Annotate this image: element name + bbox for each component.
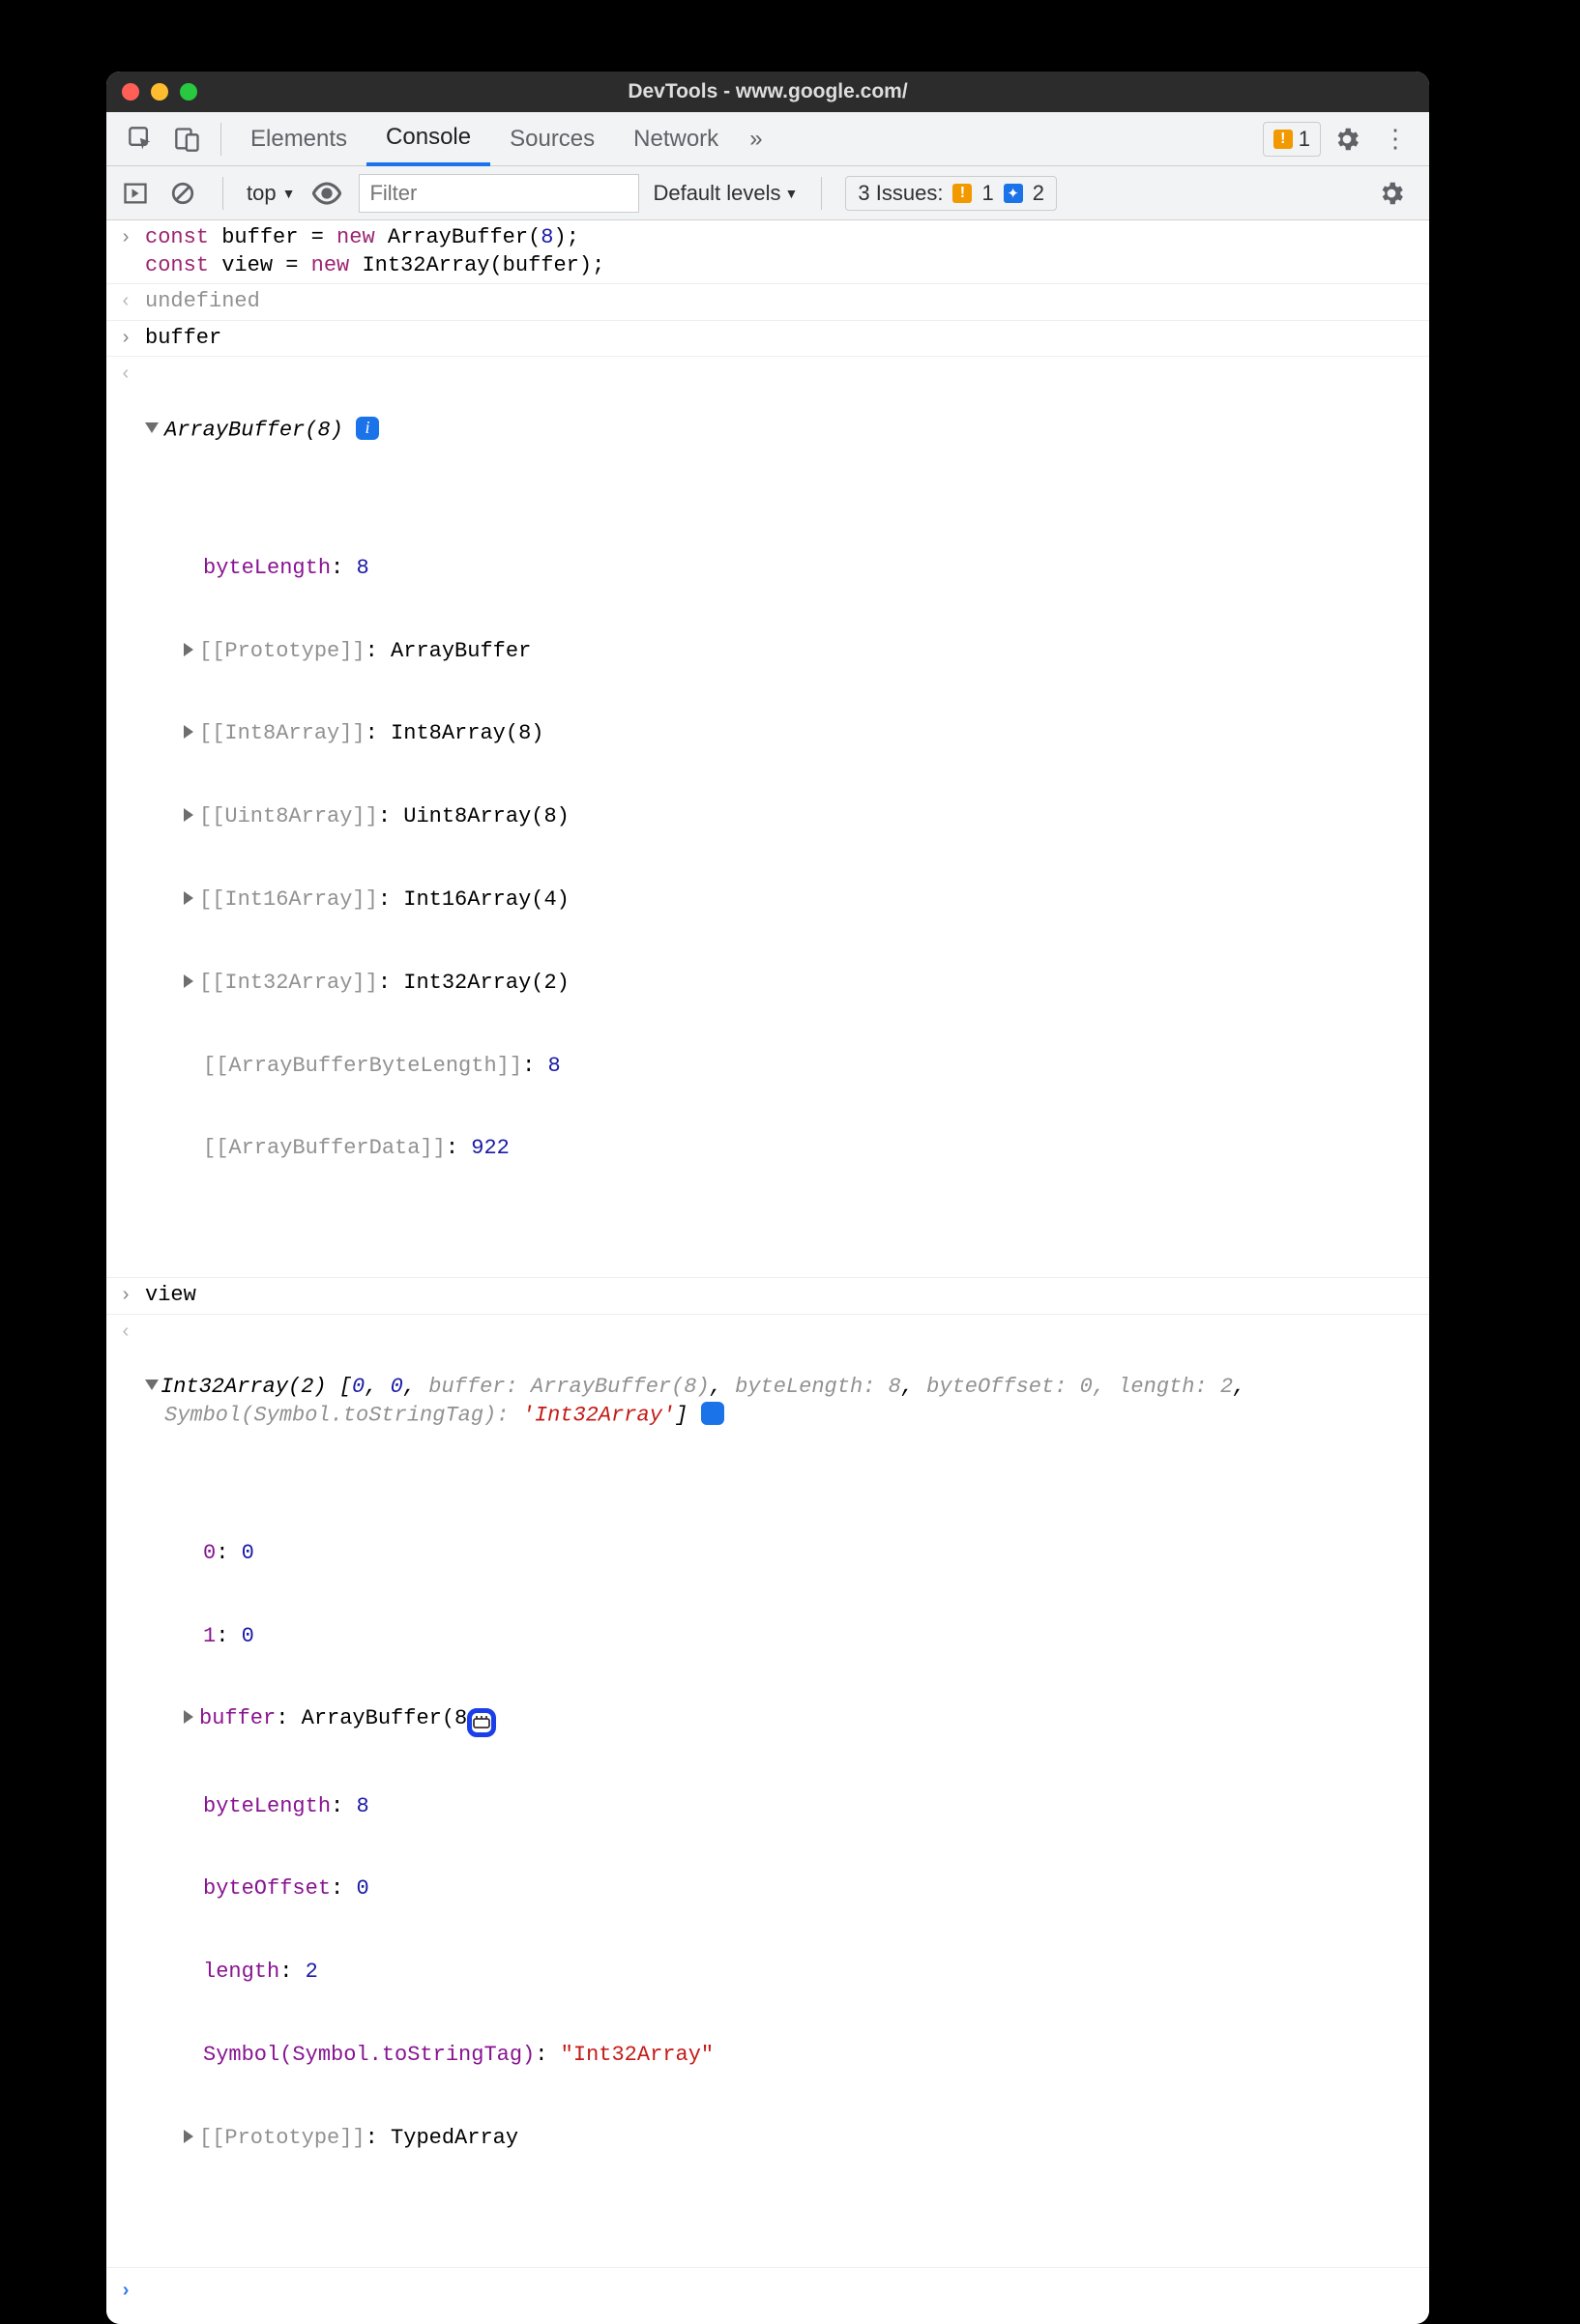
context-label: top — [247, 181, 277, 206]
output-chevron-icon: ‹ — [106, 288, 145, 316]
settings-gear-icon[interactable] — [1321, 125, 1373, 154]
issues-label: 3 Issues: — [858, 181, 943, 206]
expand-triangle-icon[interactable] — [184, 643, 193, 656]
tab-sources[interactable]: Sources — [490, 112, 614, 166]
output-chevron-icon: ‹ — [106, 361, 145, 1273]
issues-warn-count: 1 — [981, 181, 993, 206]
divider — [222, 177, 223, 210]
divider — [821, 177, 822, 210]
window-title: DevTools - www.google.com/ — [106, 80, 1429, 103]
object-property[interactable]: byteOffset: 0 — [184, 1875, 1419, 1903]
tab-console[interactable]: Console — [366, 112, 490, 166]
object-property[interactable]: Symbol(Symbol.toStringTag): "Int32Array" — [184, 2042, 1419, 2070]
chevron-down-icon: ▼ — [785, 186, 799, 201]
warning-icon: ! — [952, 184, 972, 203]
console-prompt[interactable]: › — [106, 2267, 1429, 2324]
object-property[interactable]: 0: 0 — [184, 1540, 1419, 1568]
console-input-row[interactable]: › const buffer = new ArrayBuffer(8); con… — [106, 220, 1429, 284]
input-chevron-icon: › — [106, 325, 145, 353]
live-expression-icon[interactable] — [308, 175, 345, 212]
expand-triangle-icon[interactable] — [184, 891, 193, 905]
prompt-input[interactable] — [145, 2278, 1429, 2305]
issues-info-count: 2 — [1033, 181, 1044, 206]
devtools-window: DevTools - www.google.com/ Elements Cons… — [106, 72, 1429, 2324]
expand-triangle-icon[interactable] — [184, 2130, 193, 2143]
input-chevron-icon: › — [106, 224, 145, 279]
expand-triangle-icon[interactable] — [184, 808, 193, 822]
console-input-code: view — [145, 1282, 1429, 1310]
console-input-row[interactable]: › view — [106, 1278, 1429, 1315]
object-property[interactable]: [[ArrayBufferByteLength]]: 8 — [184, 1053, 1419, 1081]
header-issues-badge[interactable]: ! 1 — [1263, 122, 1321, 157]
memory-inspector-icon[interactable] — [467, 1708, 496, 1737]
object-property[interactable]: [[Uint8Array]]: Uint8Array(8) — [184, 803, 1419, 831]
context-selector[interactable]: top ▼ — [247, 181, 295, 206]
expand-triangle-icon[interactable] — [184, 1710, 193, 1724]
console-input-code: buffer — [145, 325, 1429, 353]
object-property[interactable]: [[Int16Array]]: Int16Array(4) — [184, 886, 1419, 915]
object-header[interactable]: Int32Array(2) [0, 0, buffer: ArrayBuffer… — [145, 1374, 1419, 1429]
expand-triangle-icon[interactable] — [145, 1380, 159, 1390]
expand-triangle-icon[interactable] — [184, 725, 193, 739]
device-toggle-icon[interactable] — [164, 120, 211, 159]
object-property[interactable]: [[Prototype]]: TypedArray — [184, 2125, 1419, 2153]
output-chevron-icon: ‹ — [106, 1319, 145, 2263]
info-icon: ✦ — [1004, 184, 1023, 203]
object-label: ArrayBuffer(8) — [164, 418, 343, 442]
object-property[interactable]: [[Int8Array]]: Int8Array(8) — [184, 720, 1419, 748]
levels-dropdown[interactable]: Default levels ▼ — [653, 181, 798, 206]
console-toolbar: top ▼ Default levels ▼ 3 Issues: ! 1 ✦ 2 — [106, 166, 1429, 220]
input-chevron-icon: › — [106, 1282, 145, 1310]
console-output-row: ‹ Int32Array(2) [0, 0, buffer: ArrayBuff… — [106, 1315, 1429, 2267]
object-property[interactable]: [[Int32Array]]: Int32Array(2) — [184, 970, 1419, 998]
console-output-row: ‹ undefined — [106, 284, 1429, 321]
titlebar: DevTools - www.google.com/ — [106, 72, 1429, 112]
header-issues-count: 1 — [1299, 127, 1310, 152]
info-badge-icon[interactable]: i — [356, 417, 379, 440]
expand-triangle-icon[interactable] — [184, 974, 193, 988]
object-header[interactable]: ArrayBuffer(8) i — [145, 417, 1419, 445]
object-property[interactable]: buffer: ArrayBuffer(8 — [184, 1705, 1419, 1737]
console-input-row[interactable]: › buffer — [106, 321, 1429, 358]
object-property[interactable]: byteLength: 8 — [184, 555, 1419, 583]
clear-console-icon[interactable] — [166, 177, 199, 210]
console-input-code: const buffer = new ArrayBuffer(8); const… — [145, 224, 1429, 279]
tab-more[interactable]: » — [738, 112, 774, 166]
toggle-sidebar-icon[interactable] — [118, 176, 153, 211]
object-property[interactable]: length: 2 — [184, 1959, 1419, 1987]
expand-triangle-icon[interactable] — [145, 422, 159, 433]
console-settings-gear-icon[interactable] — [1365, 179, 1418, 208]
object-property[interactable]: byteLength: 8 — [184, 1793, 1419, 1821]
object-property[interactable]: 1: 0 — [184, 1623, 1419, 1651]
kebab-menu-icon[interactable]: ⋮ — [1373, 124, 1418, 154]
tab-elements[interactable]: Elements — [231, 112, 366, 166]
tab-network[interactable]: Network — [614, 112, 738, 166]
info-badge-icon[interactable]: i — [701, 1402, 724, 1425]
object-property[interactable]: [[ArrayBufferData]]: 922 — [184, 1135, 1419, 1163]
main-tabstrip: Elements Console Sources Network » ! 1 ⋮ — [106, 112, 1429, 166]
divider — [220, 123, 221, 156]
chevron-down-icon: ▼ — [282, 186, 296, 201]
prompt-chevron-icon: › — [106, 2278, 145, 2305]
output-undefined: undefined — [145, 289, 260, 313]
warning-icon: ! — [1273, 130, 1293, 149]
object-property[interactable]: [[Prototype]]: ArrayBuffer — [184, 638, 1419, 666]
issues-summary[interactable]: 3 Issues: ! 1 ✦ 2 — [845, 176, 1057, 211]
filter-input[interactable] — [359, 174, 639, 213]
console-output-row: ‹ ArrayBuffer(8) i byteLength: 8 [[Proto… — [106, 357, 1429, 1278]
inspect-icon[interactable] — [118, 120, 164, 159]
console-body: › const buffer = new ArrayBuffer(8); con… — [106, 220, 1429, 2324]
levels-label: Default levels — [653, 181, 780, 206]
